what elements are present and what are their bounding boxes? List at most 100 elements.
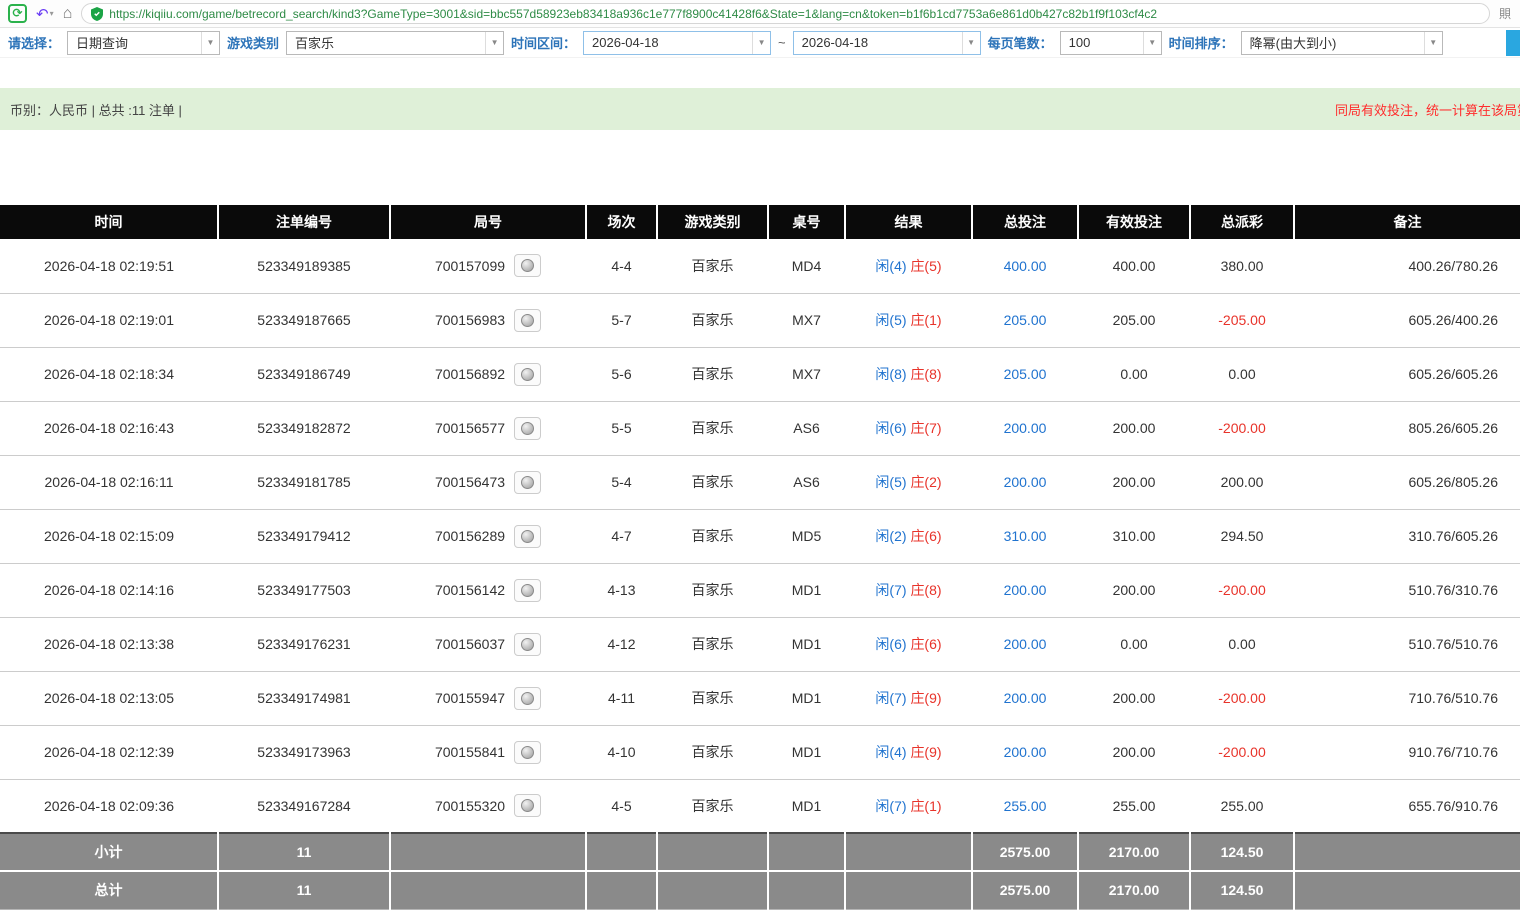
round-replay-icon[interactable] <box>514 794 541 817</box>
round-cell: 700155947 <box>390 671 586 725</box>
page-size-label: 每页笔数： <box>988 33 1053 52</box>
range-separator: ~ <box>778 35 786 50</box>
result-cell: 闲(6) 庄(6) <box>845 617 972 671</box>
empty-cell <box>1294 871 1520 909</box>
valid-bet: 200.00 <box>1078 563 1190 617</box>
round-replay-icon[interactable] <box>514 579 541 602</box>
table-no: MD1 <box>768 563 845 617</box>
valid-bet: 205.00 <box>1078 293 1190 347</box>
chevron-down-icon: ▼ <box>1143 32 1161 54</box>
result-banker: 庄(7) <box>910 420 941 436</box>
valid-bet: 200.00 <box>1078 725 1190 779</box>
payout: 0.00 <box>1190 347 1294 401</box>
table-no: MX7 <box>768 293 845 347</box>
valid-bet-notice: 同局有效投注，统一计算在该局第 <box>1335 100 1520 119</box>
col-header-result: 结果 <box>845 205 972 239</box>
payout: -200.00 <box>1190 563 1294 617</box>
payout: 0.00 <box>1190 617 1294 671</box>
bet-record-row: 2026-04-18 02:19:51523349189385700157099… <box>0 239 1520 293</box>
game-type: 百家乐 <box>657 509 768 563</box>
note: 400.26/780.26 <box>1294 239 1520 293</box>
bet-record-row: 2026-04-18 02:15:09523349179412700156289… <box>0 509 1520 563</box>
bet-time: 2026-04-18 02:19:51 <box>0 239 218 293</box>
address-bar[interactable]: https://kiqiiu.com/game/betrecord_search… <box>81 3 1490 24</box>
session: 4-11 <box>586 671 657 725</box>
query-type-value: 日期查询 <box>68 33 201 52</box>
result-player: 闲(5) <box>875 312 906 328</box>
result-banker: 庄(6) <box>910 636 941 652</box>
round-number: 700156037 <box>435 636 505 652</box>
payout: -205.00 <box>1190 293 1294 347</box>
back-button[interactable]: ↶ ▾ <box>36 5 54 23</box>
round-replay-icon[interactable] <box>514 254 541 277</box>
col-header-time: 时间 <box>0 205 218 239</box>
extension-icon[interactable]: 賏 <box>1499 5 1512 22</box>
query-type-select[interactable]: 日期查询 ▼ <box>67 31 220 55</box>
game-type: 百家乐 <box>657 617 768 671</box>
note: 910.76/710.76 <box>1294 725 1520 779</box>
game-type: 百家乐 <box>657 455 768 509</box>
payout: -200.00 <box>1190 401 1294 455</box>
game-type: 百家乐 <box>657 293 768 347</box>
payout: 294.50 <box>1190 509 1294 563</box>
ball-icon <box>521 799 534 812</box>
bet-records-table: 时间 注单编号 局号 场次 游戏类别 桌号 结果 总投注 有效投注 总派彩 备注… <box>0 205 1520 910</box>
valid-bet: 255.00 <box>1078 779 1190 833</box>
table-no: MD1 <box>768 617 845 671</box>
refresh-icon[interactable]: ⟳ <box>8 4 27 23</box>
session: 5-7 <box>586 293 657 347</box>
ball-icon <box>521 368 534 381</box>
round-replay-icon[interactable] <box>514 309 541 332</box>
bet-record-row: 2026-04-18 02:16:11523349181785700156473… <box>0 455 1520 509</box>
ball-icon <box>521 259 534 272</box>
total-bet: 200.00 <box>972 617 1078 671</box>
round-replay-icon[interactable] <box>514 633 541 656</box>
search-button[interactable]: 查询 <box>1506 30 1520 56</box>
round-replay-icon[interactable] <box>514 687 541 710</box>
bet-id: 523349174981 <box>218 671 390 725</box>
game-type: 百家乐 <box>657 725 768 779</box>
total-bet: 310.00 <box>972 509 1078 563</box>
result-banker: 庄(9) <box>910 744 941 760</box>
result-player: 闲(8) <box>875 366 906 382</box>
result-player: 闲(4) <box>875 744 906 760</box>
empty-cell <box>657 871 768 909</box>
filter-bar: 请选择： 日期查询 ▼ 游戏类别 百家乐 ▼ 时间区间： 2026-04-18 … <box>0 28 1520 58</box>
browser-toolbar: ⟳ ↶ ▾ ⌂ https://kiqiiu.com/game/betrecor… <box>0 0 1520 28</box>
bet-time: 2026-04-18 02:13:05 <box>0 671 218 725</box>
home-icon[interactable]: ⌂ <box>63 5 73 23</box>
round-replay-icon[interactable] <box>514 741 541 764</box>
bet-id: 523349181785 <box>218 455 390 509</box>
chevron-down-icon: ▼ <box>1424 32 1442 54</box>
date-to-select[interactable]: 2026-04-18 ▼ <box>793 31 981 55</box>
sort-order-select[interactable]: 降幂(由大到小) ▼ <box>1241 31 1443 55</box>
result-player: 闲(7) <box>875 690 906 706</box>
table-no: AS6 <box>768 455 845 509</box>
round-replay-icon[interactable] <box>514 471 541 494</box>
round-number: 700156473 <box>435 474 505 490</box>
result-cell: 闲(7) 庄(9) <box>845 671 972 725</box>
payout: -200.00 <box>1190 725 1294 779</box>
table-no: MD1 <box>768 671 845 725</box>
result-cell: 闲(8) 庄(8) <box>845 347 972 401</box>
note: 710.76/510.76 <box>1294 671 1520 725</box>
round-replay-icon[interactable] <box>514 363 541 386</box>
round-replay-icon[interactable] <box>514 417 541 440</box>
back-dropdown-caret-icon[interactable]: ▾ <box>50 9 54 18</box>
round-replay-icon[interactable] <box>514 525 541 548</box>
date-from-select[interactable]: 2026-04-18 ▼ <box>583 31 771 55</box>
page-size-select[interactable]: 100 ▼ <box>1060 31 1162 55</box>
round-number: 700157099 <box>435 258 505 274</box>
result-cell: 闲(4) 庄(5) <box>845 239 972 293</box>
valid-bet: 310.00 <box>1078 509 1190 563</box>
bet-time: 2026-04-18 02:12:39 <box>0 725 218 779</box>
table-no: MX7 <box>768 347 845 401</box>
result-player: 闲(6) <box>875 420 906 436</box>
total-bet: 400.00 <box>972 239 1078 293</box>
game-type: 百家乐 <box>657 563 768 617</box>
game-category-select[interactable]: 百家乐 ▼ <box>286 31 504 55</box>
round-number: 700156983 <box>435 312 505 328</box>
result-banker: 庄(9) <box>910 690 941 706</box>
session: 4-4 <box>586 239 657 293</box>
total-bet: 200.00 <box>972 455 1078 509</box>
